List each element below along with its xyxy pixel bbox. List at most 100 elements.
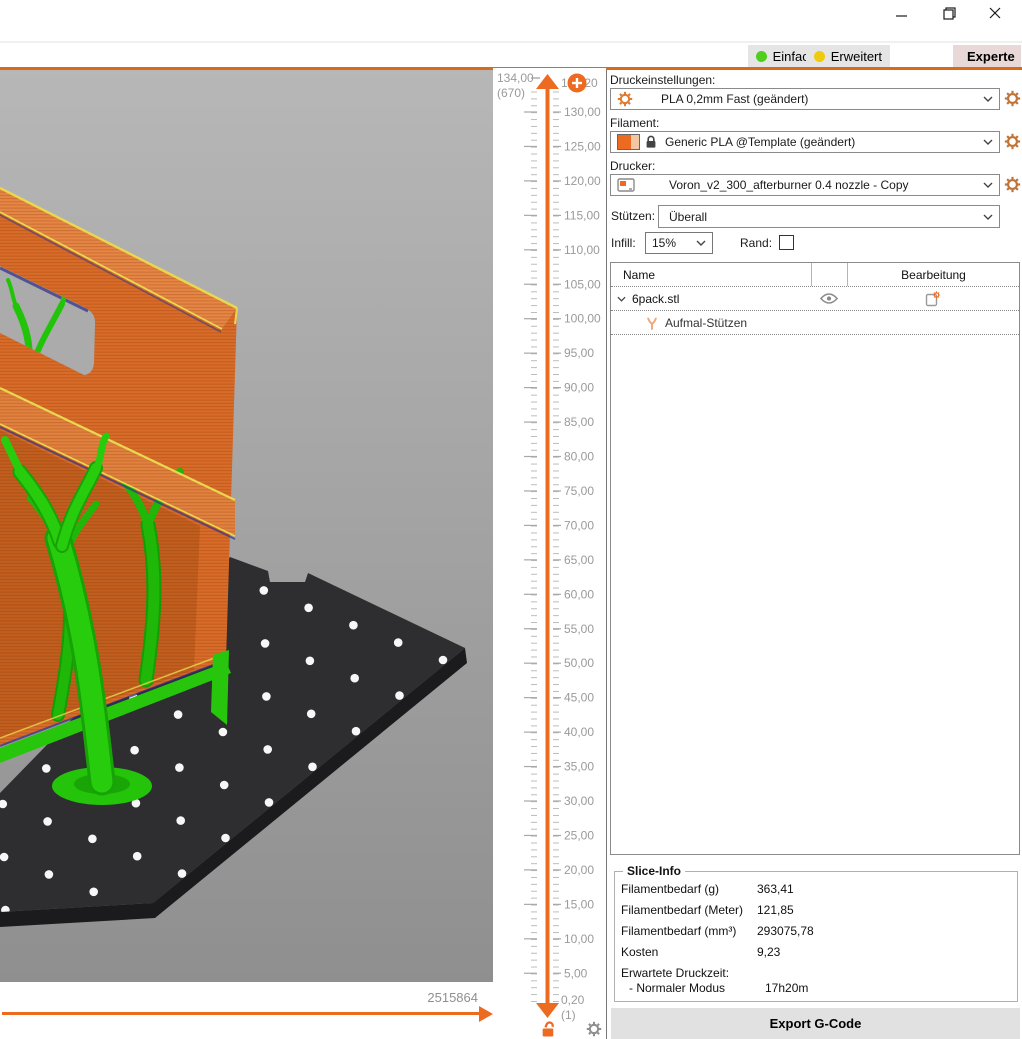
chevron-down-icon [983,139,993,145]
close-icon [989,7,1001,19]
svg-text:95,00: 95,00 [564,346,594,360]
object-name: 6pack.stl [632,291,680,306]
svg-text:115,00: 115,00 [564,208,600,222]
svg-text:90,00: 90,00 [564,381,594,395]
slice-info-row: Filamentbedarf (Meter) 121,85 [621,903,1017,924]
supports-value: Überall [669,209,708,224]
supports-combo[interactable]: Überall [658,205,1000,228]
chevron-down-icon [696,240,706,246]
brim-checkbox[interactable] [779,235,794,250]
svg-text:105,00: 105,00 [564,277,601,291]
slider-bottom-thumb[interactable] [536,1003,559,1018]
slider-bottom-layer-label: (1) [561,1008,576,1022]
filament-gear-button[interactable] [1004,133,1021,150]
object-row-6pack[interactable]: 6pack.stl [611,286,1019,310]
slider-top-thumb[interactable] [536,74,559,89]
slider-ticks [524,91,561,1002]
3d-scene [0,70,493,982]
object-list-header: Name Bearbeitung [611,263,1019,286]
close-button[interactable] [980,2,1010,24]
restore-button[interactable] [934,2,964,24]
chevron-down-icon [983,214,993,220]
mode-label-erweitert: Erweitert [830,49,882,64]
eye-icon[interactable] [820,293,838,304]
expand-chevron-icon[interactable] [617,296,626,302]
svg-text:75,00: 75,00 [564,484,594,498]
layer-slider-column: 134,00 (670) 130,00 125,00 120,00 115,00 110… [493,68,606,1039]
svg-text:30,00: 30,00 [564,794,594,808]
svg-text:5,00: 5,00 [564,966,588,980]
printer-icon [617,178,635,192]
add-layer-range-button[interactable] [567,73,587,93]
svg-text:85,00: 85,00 [564,415,594,429]
object-list: Name Bearbeitung 6pack.stl Aufmal-Stütze… [610,262,1020,855]
mode-button-erweitert[interactable]: Erweitert [805,45,890,68]
svg-text:25,00: 25,00 [564,828,594,842]
slice-info-label: Filamentbedarf (mm³) [621,924,737,938]
svg-text:65,00: 65,00 [564,553,594,567]
3d-viewport[interactable] [0,70,493,982]
slice-info-row: Kosten 9,23 [621,945,1017,966]
filament-value: Generic PLA @Template (geändert) [665,135,856,149]
supports-label: Stützen: [611,209,656,223]
print-settings-gear-button[interactable] [1004,90,1021,107]
mode-button-experte[interactable]: Experte [953,45,1021,68]
filament-color-swatch [617,134,640,150]
print-settings-label: Druckeinstellungen: [610,73,716,87]
svg-text:120,00: 120,00 [564,174,601,188]
infill-label: Infill: [611,236,636,250]
lock-icon[interactable] [541,1020,555,1037]
column-header-name: Name [623,267,656,282]
infill-value: 15% [652,236,677,250]
infill-combo[interactable]: 15% [645,232,713,254]
printer-combo[interactable]: Voron_v2_300_afterburner 0.4 nozzle - Co… [610,174,1000,196]
paint-supports-icon [645,316,659,330]
slice-info-value: 17h20m [765,981,809,995]
slider-gear-icon[interactable] [586,1021,602,1037]
printer-gear-button[interactable] [1004,176,1021,193]
svg-text:60,00: 60,00 [564,587,594,601]
extrusion-count-label: 2515864 [427,990,478,1005]
slice-info-value: 121,85 [757,903,794,917]
object-sub-name: Aufmal-Stützen [665,315,748,330]
slice-info-row: Filamentbedarf (mm³) 293075,78 [621,924,1017,945]
svg-text:130,00: 130,00 [564,105,601,119]
slider-tick-labels: 130,00 125,00 120,00 115,00 110,00 105,00 100,… [564,105,601,980]
print-settings-combo[interactable]: PLA 0,2mm Fast (geändert) [610,88,1000,110]
printer-value: Voron_v2_300_afterburner 0.4 nozzle - Co… [669,178,909,192]
horizontal-move-slider[interactable] [2,1012,479,1015]
slice-info-value: 363,41 [757,882,794,896]
title-bar [0,0,1022,41]
svg-text:45,00: 45,00 [564,691,594,705]
preset-gear-icon [617,91,633,107]
column-header-bearbeitung: Bearbeitung [847,263,1019,286]
printer-label: Drucker: [610,159,656,173]
slider-current-layer: (670) [497,86,525,100]
minimize-button[interactable] [887,2,917,24]
slice-info-title: Slice-Info [627,864,682,878]
mode-dot-erweitert [813,51,825,62]
object-row-paint-supports[interactable]: Aufmal-Stützen [611,310,1019,335]
mode-dot-einfach [755,51,767,62]
slice-info-rows: Filamentbedarf (g) 363,41 Filamentbedarf… [621,882,1017,996]
horizontal-slider-arrowhead[interactable] [479,1006,493,1022]
slice-info-label: Filamentbedarf (Meter) [621,903,744,917]
filament-combo[interactable]: Generic PLA @Template (geändert) [610,131,1000,153]
svg-text:15,00: 15,00 [564,897,594,911]
svg-text:100,00: 100,00 [564,312,601,326]
filament-label: Filament: [610,116,660,130]
chevron-down-icon [983,182,993,188]
edit-settings-icon[interactable] [925,290,941,307]
export-gcode-button[interactable]: Export G-Code [611,1008,1020,1039]
svg-text:50,00: 50,00 [564,656,594,670]
lock-closed-icon [645,135,657,149]
export-gcode-label: Export G-Code [769,1016,862,1031]
svg-text:80,00: 80,00 [564,450,594,464]
slice-info-value: 9,23 [757,945,781,959]
mode-bar: Einfach Erweitert Experte [0,43,1022,68]
slice-info-row: - Normaler Modus 17h20m [621,981,1017,996]
slider-bottom-tick-label: 0,20 [561,993,585,1007]
svg-text:35,00: 35,00 [564,760,594,774]
svg-text:10,00: 10,00 [564,932,594,946]
print-settings-value: PLA 0,2mm Fast (geändert) [661,92,809,106]
